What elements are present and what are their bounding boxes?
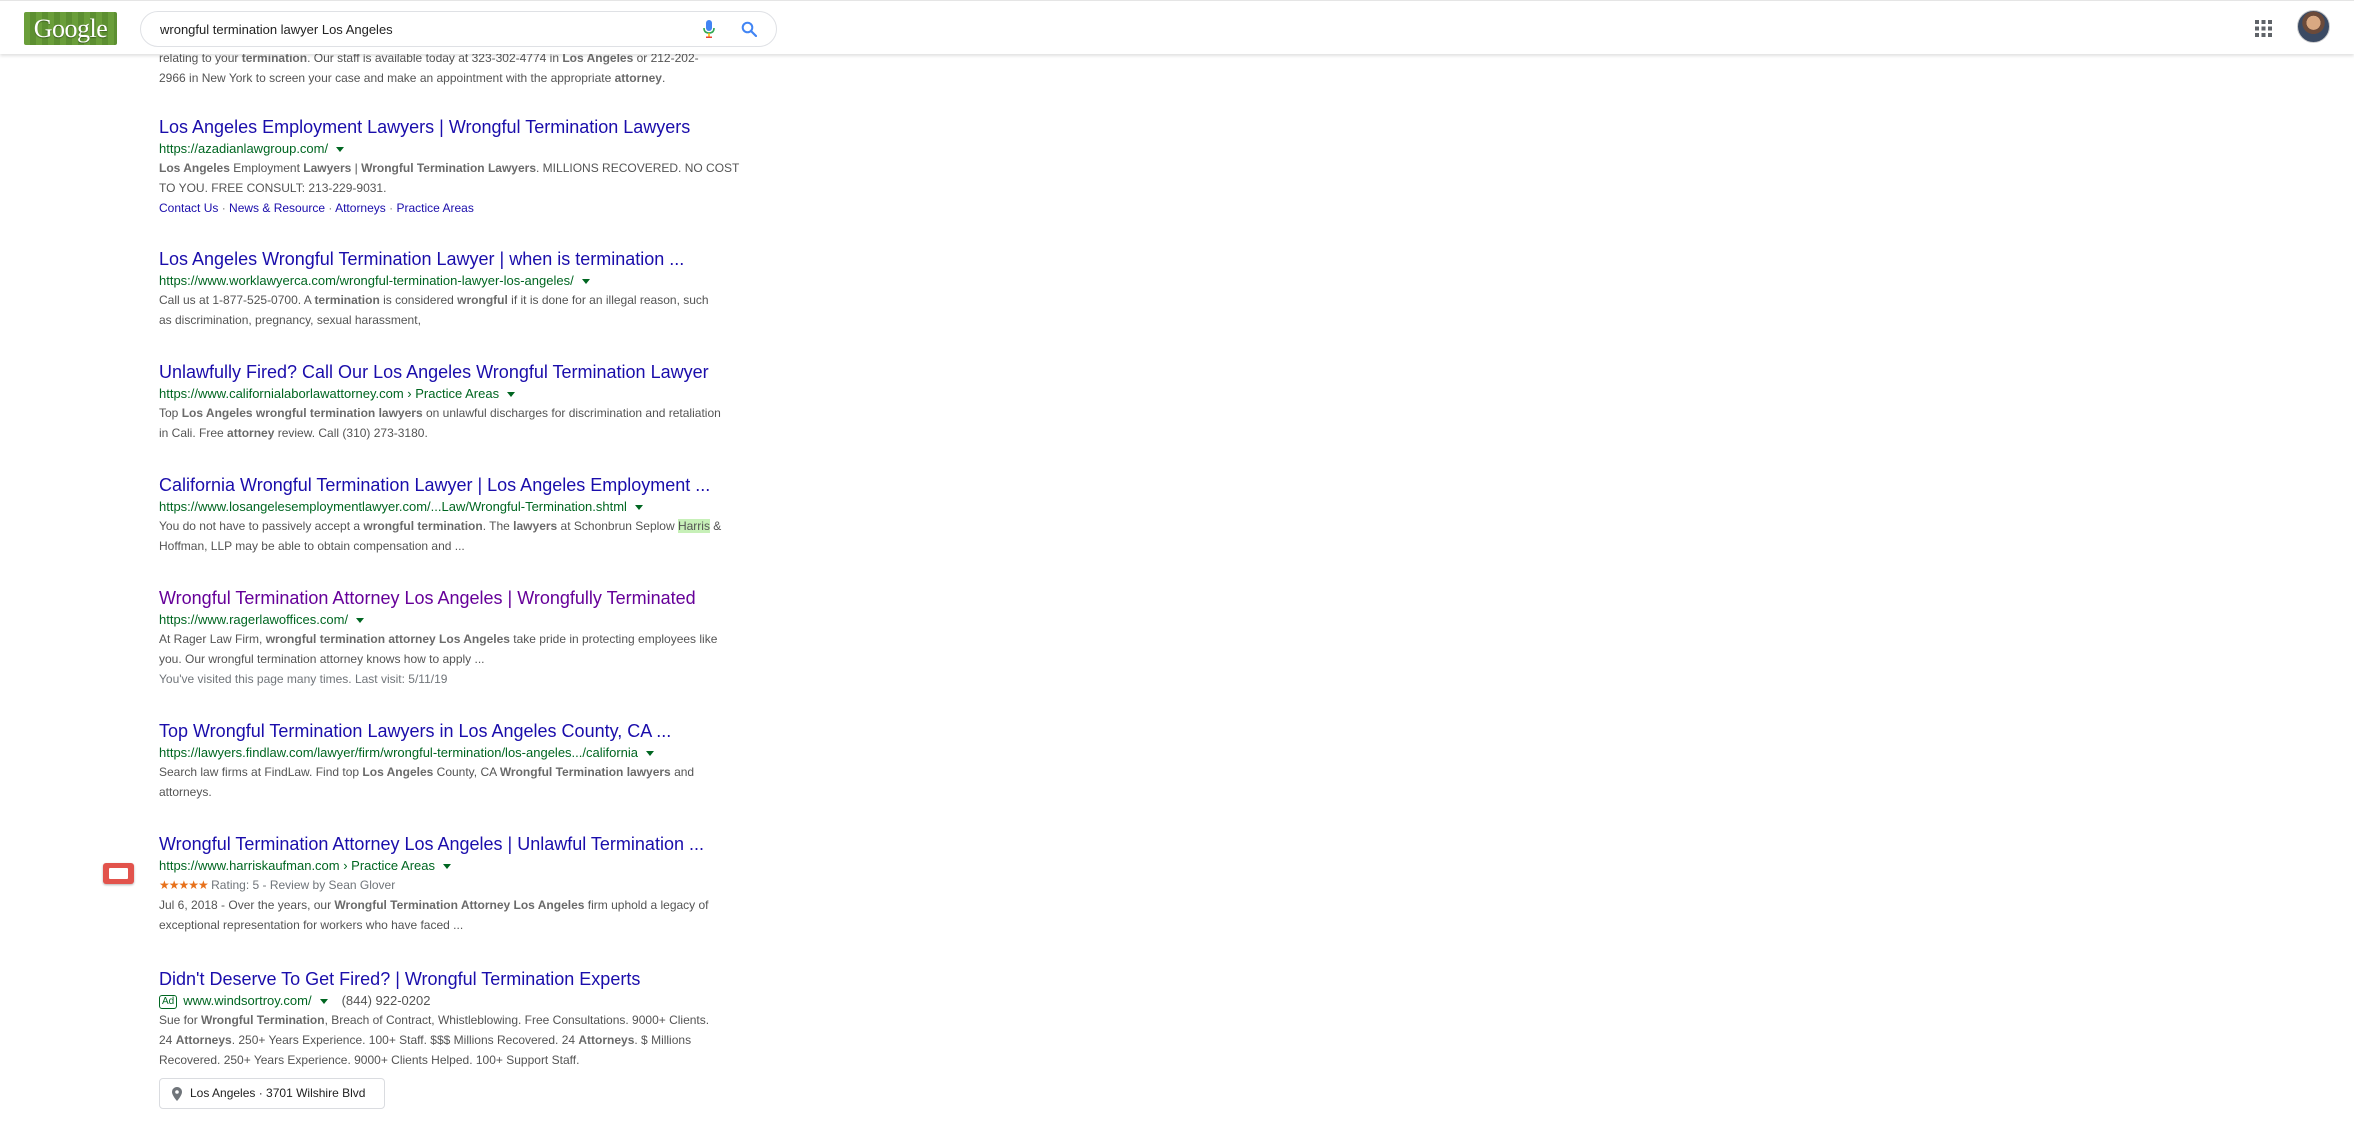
sitelink-contact-us[interactable]: Contact Us (159, 201, 218, 215)
apps-icon[interactable] (2255, 20, 2272, 37)
ad-title-link[interactable]: Didn't Deserve To Get Fired? | Wrongful … (159, 968, 640, 990)
search-result: Unlawfully Fired? Call Our Los Angeles W… (159, 361, 769, 443)
search-result: Wrongful Termination Attorney Los Angele… (159, 833, 769, 935)
sitelink-news-resource[interactable]: News & Resource (229, 201, 325, 215)
ad-badge: Ad (159, 995, 178, 1009)
result-url: https://www.losangelesemploymentlawyer.c… (159, 498, 769, 516)
result-url: https://www.californialaborlawattorney.c… (159, 385, 769, 403)
search-result: Los Angeles Employment Lawyers | Wrongfu… (159, 116, 769, 218)
ad-result: Didn't Deserve To Get Fired? | Wrongful … (159, 968, 769, 1070)
result-snippet: Search law firms at FindLaw. Find top Lo… (159, 765, 695, 799)
result-title-link[interactable]: Los Angeles Employment Lawyers | Wrongfu… (159, 116, 690, 138)
google-logo[interactable]: Google (24, 12, 117, 45)
search-result: Wrongful Termination Attorney Los Angele… (159, 587, 769, 689)
caret-down-icon[interactable] (336, 147, 345, 153)
partial-result-snippet: relating to your termination. Our staff … (159, 51, 699, 85)
result-title-link[interactable]: Wrongful Termination Attorney Los Angele… (159, 587, 696, 609)
sitelink-practice-areas[interactable]: Practice Areas (396, 201, 473, 215)
result-url: https://azadianlawgroup.com/ (159, 140, 769, 158)
result-title-link[interactable]: California Wrongful Termination Lawyer |… (159, 474, 710, 496)
caret-down-icon[interactable] (634, 505, 643, 511)
result-url: https://www.worklawyerca.com/wrongful-te… (159, 272, 769, 290)
search-result: Top Wrongful Termination Lawyers in Los … (159, 720, 769, 802)
caret-down-icon[interactable] (646, 751, 655, 757)
result-url: https://lawyers.findlaw.com/lawyer/firm/… (159, 744, 769, 762)
result-snippet: Top Los Angeles wrongful termination law… (159, 406, 721, 440)
caret-down-icon[interactable] (581, 279, 590, 285)
result-snippet: At Rager Law Firm, wrongful termination … (159, 632, 718, 666)
result-snippet: Los Angeles Employment Lawyers | Wrongfu… (159, 161, 740, 195)
mic-icon[interactable] (702, 20, 716, 38)
result-snippet: Sue for Wrongful Termination, Breach of … (159, 1013, 710, 1067)
avatar[interactable] (2297, 10, 2330, 43)
search-result: Los Angeles Wrongful Termination Lawyer … (159, 248, 769, 330)
result-snippet: You do not have to passively accept a wr… (159, 519, 722, 553)
caret-down-icon[interactable] (442, 864, 451, 870)
sitelink-attorneys[interactable]: Attorneys (335, 201, 386, 215)
header-bar: Google (0, 0, 2354, 54)
location-pin-icon (172, 1087, 182, 1101)
result-title-link[interactable]: Top Wrongful Termination Lawyers in Los … (159, 720, 671, 742)
caret-down-icon[interactable] (319, 999, 328, 1005)
result-title-link[interactable]: Los Angeles Wrongful Termination Lawyer … (159, 248, 684, 270)
star-rating-icon: ★★★★★ (159, 878, 209, 892)
ad-location-chip[interactable]: Los Angeles · 3701 Wilshire Blvd (159, 1078, 385, 1109)
result-url: https://www.harriskaufman.com › Practice… (159, 857, 769, 875)
search-input[interactable] (160, 12, 680, 46)
search-result: California Wrongful Termination Lawyer |… (159, 474, 769, 556)
search-box[interactable] (140, 11, 777, 47)
search-icon[interactable] (741, 21, 757, 37)
feedback-widget-icon[interactable] (103, 863, 134, 884)
caret-down-icon[interactable] (507, 392, 516, 398)
sitelinks: Contact Us · News & Resource · Attorneys… (159, 201, 474, 215)
result-snippet: Call us at 1-877-525-0700. A termination… (159, 293, 709, 327)
result-title-link[interactable]: Wrongful Termination Attorney Los Angele… (159, 833, 704, 855)
highlighted-term: Harris (677, 519, 710, 533)
result-snippet: Jul 6, 2018 - Over the years, our Wrongf… (159, 898, 709, 932)
review-rating: ★★★★★ Rating: 5 - Review by Sean Glover (159, 878, 396, 892)
ad-phone[interactable]: (844) 922-0202 (342, 993, 431, 1008)
result-url: Ad www.windsortroy.com/(844) 922-0202 (159, 992, 769, 1010)
caret-down-icon[interactable] (356, 618, 365, 624)
visited-note: You've visited this page many times. Las… (159, 672, 448, 686)
result-url: https://www.ragerlawoffices.com/ (159, 611, 769, 629)
result-title-link[interactable]: Unlawfully Fired? Call Our Los Angeles W… (159, 361, 709, 383)
